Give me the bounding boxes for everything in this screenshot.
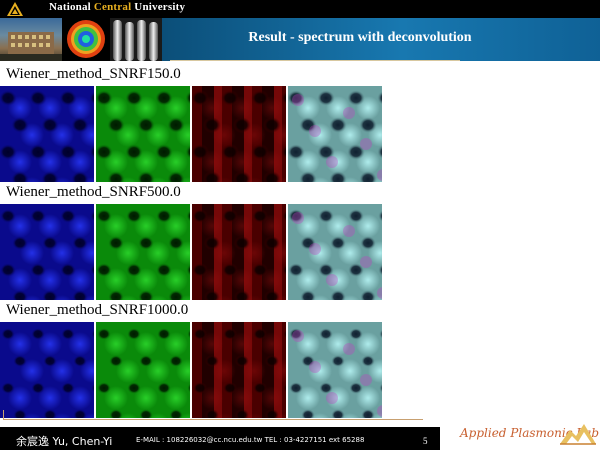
university-name-prefix: National: [49, 1, 94, 13]
red-channel-image: [192, 86, 286, 182]
blue-channel-image: [0, 322, 94, 418]
composite-image: [288, 322, 382, 418]
composite-image: [288, 204, 382, 300]
mountain-logo-icon: [560, 424, 596, 445]
page-number: 5: [423, 436, 428, 446]
footer-divider: [3, 419, 423, 420]
blue-channel-image: [0, 86, 94, 182]
composite-image: [288, 86, 382, 182]
row-label-snrf150: Wiener_method_SNRF150.0: [6, 66, 181, 82]
university-name-central: Central: [93, 1, 132, 13]
nanotube-array-image: [110, 18, 162, 61]
slide-title: Result - spectrum with deconvolution: [248, 30, 472, 45]
image-row-snrf500: [0, 204, 382, 300]
green-channel-image: [96, 86, 190, 182]
lab-logo: Applied Plasmonic Lab: [440, 418, 600, 450]
campus-building-image: [0, 18, 62, 61]
contact-info: E-MAIL : 108226032@cc.ncu.edu.tw TEL : 0…: [136, 436, 365, 444]
green-channel-image: [96, 322, 190, 418]
university-name: National Central University: [49, 1, 185, 13]
title-underline: [170, 60, 460, 61]
row-label-snrf500: Wiener_method_SNRF500.0: [6, 184, 181, 200]
red-channel-image: [192, 322, 286, 418]
row-label-snrf1000: Wiener_method_SNRF1000.0: [6, 302, 189, 318]
red-channel-image: [192, 204, 286, 300]
author-name: 余宸逸 Yu, Chen-Yi: [16, 435, 113, 448]
image-row-snrf1000: [0, 322, 382, 418]
university-name-suffix: University: [131, 1, 186, 13]
image-row-snrf150: [0, 86, 382, 182]
ring-pattern-image: [62, 18, 110, 61]
blue-channel-image: [0, 204, 94, 300]
green-channel-image: [96, 204, 190, 300]
university-logo-icon: [7, 2, 23, 16]
top-bar: National Central University: [0, 0, 600, 18]
